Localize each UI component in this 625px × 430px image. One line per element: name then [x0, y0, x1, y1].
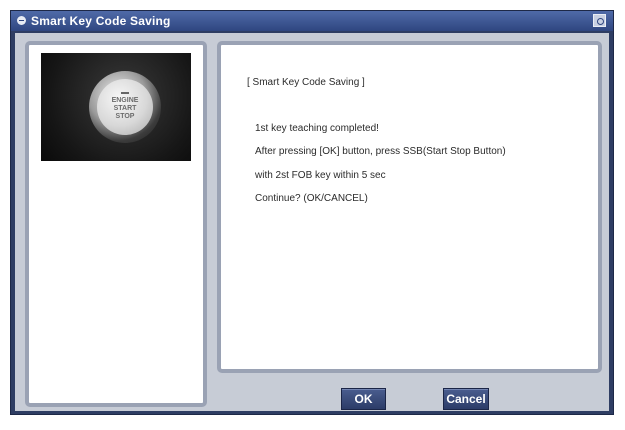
message-line-1: 1st key teaching completed!: [255, 123, 379, 134]
window-control-button[interactable]: [593, 14, 606, 27]
message-line-4: Continue? (OK/CANCEL): [255, 193, 368, 204]
image-panel: ENGINE START STOP: [25, 41, 207, 407]
message-heading: [ Smart Key Code Saving ]: [247, 77, 365, 88]
dialog-window: Smart Key Code Saving ENGINE START STOP …: [10, 10, 614, 415]
cancel-button[interactable]: Cancel: [443, 388, 489, 410]
title-bar[interactable]: Smart Key Code Saving: [11, 11, 613, 31]
message-line-2: After pressing [OK] button, press SSB(St…: [255, 146, 506, 157]
engine-button-ring: ENGINE START STOP: [89, 71, 161, 143]
message-panel: [ Smart Key Code Saving ] 1st key teachi…: [217, 41, 602, 373]
app-icon: [17, 16, 26, 25]
engine-button-face: ENGINE START STOP: [97, 79, 153, 135]
start-stop-button-photo: ENGINE START STOP: [41, 53, 191, 161]
engine-label: ENGINE: [111, 97, 139, 104]
ok-button[interactable]: OK: [341, 388, 386, 410]
dialog-body: ENGINE START STOP [ Smart Key Code Savin…: [15, 33, 609, 411]
start-label: START: [113, 105, 137, 112]
window-title: Smart Key Code Saving: [31, 14, 171, 28]
stop-label: STOP: [115, 113, 135, 120]
minimize-icon: [597, 18, 604, 25]
message-line-3: with 2st FOB key within 5 sec: [255, 170, 386, 181]
